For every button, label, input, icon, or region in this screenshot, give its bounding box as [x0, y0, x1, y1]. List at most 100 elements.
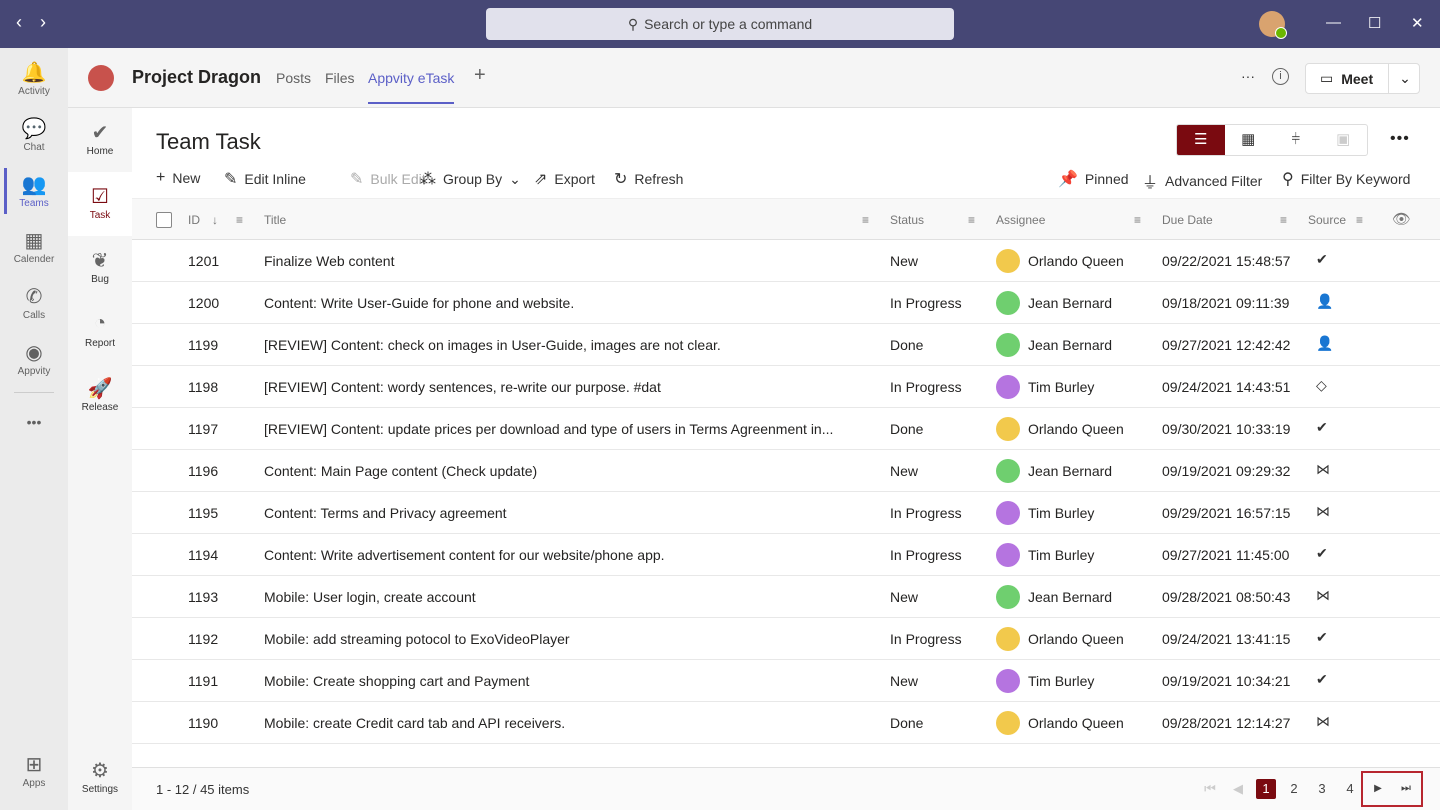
sidebar-item-report[interactable]: ◔Report — [68, 300, 132, 364]
table-row[interactable]: 1197 [REVIEW] Content: update prices per… — [132, 408, 1440, 450]
eye-icon[interactable]: 👁 — [1392, 210, 1411, 228]
edit-inline-button[interactable]: ✎Edit Inline — [224, 169, 306, 189]
task-title[interactable]: Mobile: Create shopping cart and Payment — [264, 673, 529, 689]
new-button[interactable]: +New — [156, 169, 200, 187]
group-by-button[interactable]: ⁂Group By⌄ — [420, 169, 521, 189]
task-title[interactable]: [REVIEW] Content: wordy sentences, re-wr… — [264, 379, 661, 395]
prev-page-icon[interactable]: ◀ — [1228, 781, 1248, 797]
filter-by-keyword-button[interactable]: ⚲Filter By Keyword — [1282, 169, 1410, 189]
tab-appvity-etask[interactable]: Appvity eTask — [368, 70, 454, 104]
export-button[interactable]: ⇗Export — [534, 169, 595, 189]
task-assignee: Tim Burley — [1028, 547, 1094, 563]
task-assignee: Jean Bernard — [1028, 589, 1112, 605]
advanced-filter-button[interactable]: ⏚Advanced Filter — [1142, 169, 1262, 193]
add-tab-button[interactable]: + — [474, 64, 486, 87]
page-1[interactable]: 1 — [1256, 779, 1276, 799]
calendar-view-icon[interactable]: ▣ — [1320, 125, 1368, 155]
rail-item-chat[interactable]: 💬Chat — [0, 116, 68, 153]
column-due-date[interactable]: Due Date — [1162, 213, 1213, 227]
task-title[interactable]: Mobile: User login, create account — [264, 589, 476, 605]
filter-icon[interactable]: ≡ — [968, 213, 975, 227]
meet-button[interactable]: ▭ Meet ⌄ — [1305, 63, 1420, 94]
sidebar-item-task[interactable]: ☑Task — [68, 172, 132, 236]
task-title[interactable]: [REVIEW] Content: check on images in Use… — [264, 337, 721, 353]
rail-item-calls[interactable]: ✆Calls — [0, 284, 68, 321]
first-page-icon[interactable]: ⏮ — [1200, 781, 1220, 797]
task-list: 1201 Finalize Web content New Orlando Qu… — [132, 240, 1440, 744]
filter-icon[interactable]: ≡ — [1134, 213, 1141, 227]
column-assignee[interactable]: Assignee — [996, 213, 1045, 227]
gantt-view-icon[interactable]: ⫩ — [1272, 125, 1320, 155]
next-page-icon[interactable]: ▶ — [1368, 783, 1388, 794]
more-icon[interactable]: ··· — [1241, 68, 1255, 84]
chevron-down-icon[interactable]: ⌄ — [1388, 64, 1421, 93]
table-row[interactable]: 1199 [REVIEW] Content: check on images i… — [132, 324, 1440, 366]
task-title[interactable]: Mobile: create Credit card tab and API r… — [264, 715, 565, 731]
bulk-edit-button[interactable]: ✎Bulk Edit — [350, 169, 426, 189]
table-row[interactable]: 1200 Content: Write User-Guide for phone… — [132, 282, 1440, 324]
task-title[interactable]: Content: Write User-Guide for phone and … — [264, 295, 574, 311]
sidebar-item-home[interactable]: ✔Home — [68, 108, 132, 172]
maximize-icon[interactable]: ☐ — [1368, 14, 1381, 32]
page-4[interactable]: 4 — [1340, 781, 1360, 796]
rail-item-activity[interactable]: 🔔Activity — [0, 60, 68, 97]
tab-posts[interactable]: Posts — [276, 70, 311, 86]
rail-item-teams[interactable]: 👥Teams — [0, 172, 68, 209]
task-title[interactable]: [REVIEW] Content: update prices per down… — [264, 421, 833, 437]
minimize-icon[interactable]: — — [1326, 14, 1341, 31]
back-icon[interactable]: ‹ — [16, 12, 22, 33]
task-status: New — [890, 463, 918, 479]
table-row[interactable]: 1191 Mobile: Create shopping cart and Pa… — [132, 660, 1440, 702]
tab-files[interactable]: Files — [325, 70, 355, 86]
filter-icon[interactable]: ≡ — [862, 213, 869, 227]
sidebar-item-release[interactable]: 🚀Release — [68, 364, 132, 428]
pinned-button[interactable]: 📌Pinned — [1058, 169, 1129, 189]
table-row[interactable]: 1201 Finalize Web content New Orlando Qu… — [132, 240, 1440, 282]
avatar — [996, 627, 1020, 651]
last-page-icon[interactable]: ⏭ — [1396, 782, 1416, 795]
info-icon[interactable]: i — [1272, 68, 1289, 85]
table-row[interactable]: 1192 Mobile: add streaming potocol to Ex… — [132, 618, 1440, 660]
more-options-icon[interactable]: ••• — [1390, 130, 1410, 148]
avatar — [996, 459, 1020, 483]
task-title[interactable]: Content: Terms and Privacy agreement — [264, 505, 507, 521]
table-row[interactable]: 1194 Content: Write advertisement conten… — [132, 534, 1440, 576]
rail-item-calender[interactable]: ▦Calender — [0, 228, 68, 265]
column-source[interactable]: Source — [1308, 213, 1346, 227]
column-status[interactable]: Status — [890, 213, 924, 227]
task-title[interactable]: Mobile: add streaming potocol to ExoVide… — [264, 631, 570, 647]
filter-icon[interactable]: ≡ — [236, 213, 243, 227]
sidebar-item-settings[interactable]: ⚙Settings — [68, 746, 132, 810]
task-assignee: Jean Bernard — [1028, 337, 1112, 353]
list-view-icon[interactable]: ☰ — [1177, 125, 1225, 155]
column-id[interactable]: ID — [188, 213, 200, 227]
column-title[interactable]: Title — [264, 213, 286, 227]
forward-icon[interactable]: › — [40, 12, 46, 33]
task-title[interactable]: Content: Main Page content (Check update… — [264, 463, 537, 479]
page-3[interactable]: 3 — [1312, 781, 1332, 796]
rail-item-appvity[interactable]: ◉Appvity — [0, 340, 68, 377]
select-all-checkbox[interactable] — [156, 212, 172, 228]
avatar[interactable] — [1259, 11, 1285, 37]
filter-icon[interactable]: ≡ — [1356, 213, 1363, 227]
board-view-icon[interactable]: ▦ — [1225, 125, 1273, 155]
sidebar-item-bug[interactable]: ❦Bug — [68, 236, 132, 300]
more-apps-icon[interactable]: ••• — [0, 414, 68, 430]
filter-icon[interactable]: ≡ — [1280, 213, 1287, 227]
task-title[interactable]: Finalize Web content — [264, 253, 394, 269]
chat-icon: 💬 — [0, 116, 68, 142]
table-row[interactable]: 1195 Content: Terms and Privacy agreemen… — [132, 492, 1440, 534]
sort-down-icon[interactable]: ↓ — [212, 213, 218, 227]
close-icon[interactable]: ✕ — [1411, 14, 1424, 32]
table-row[interactable]: 1198 [REVIEW] Content: wordy sentences, … — [132, 366, 1440, 408]
page-2[interactable]: 2 — [1284, 781, 1304, 796]
task-title[interactable]: Content: Write advertisement content for… — [264, 547, 665, 563]
task-due-date: 09/18/2021 09:11:39 — [1162, 295, 1289, 311]
search-input[interactable]: ⚲Search or type a command — [486, 8, 954, 40]
table-row[interactable]: 1190 Mobile: create Credit card tab and … — [132, 702, 1440, 744]
appvity-icon: ◉ — [0, 340, 68, 366]
table-row[interactable]: 1193 Mobile: User login, create account … — [132, 576, 1440, 618]
refresh-button[interactable]: ↻Refresh — [614, 169, 683, 189]
table-row[interactable]: 1196 Content: Main Page content (Check u… — [132, 450, 1440, 492]
rail-item-apps[interactable]: ⊞Apps — [0, 752, 68, 789]
